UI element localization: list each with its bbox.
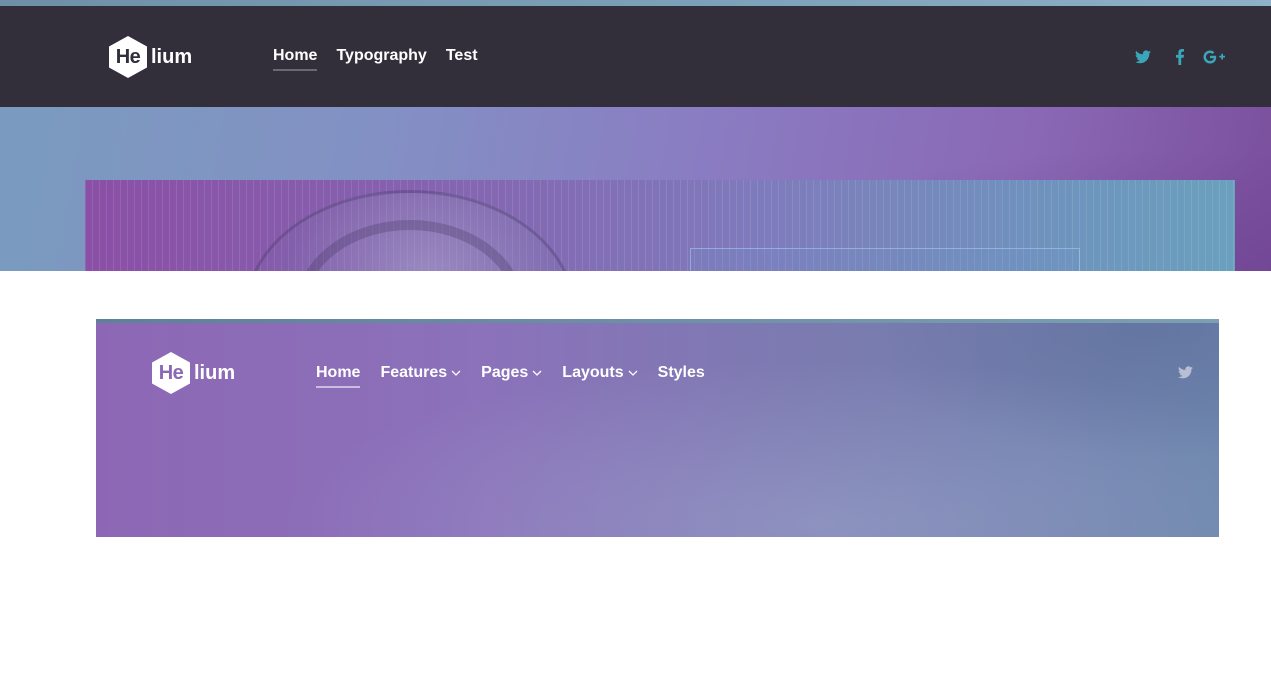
monitor-graphic: [690, 248, 1080, 271]
nav-item-home[interactable]: Home: [273, 47, 318, 71]
nav-item-test[interactable]: Test: [446, 47, 478, 71]
site-header: He lium Home Typography Test: [0, 6, 1271, 107]
hero-slide-image: [85, 180, 1235, 271]
main-navigation-transparent: Home Features Pages Layouts Styles: [316, 364, 725, 388]
hexagon-logo-icon: He: [109, 36, 147, 78]
chevron-down-icon: [451, 370, 461, 376]
nav-item-features[interactable]: Features: [380, 364, 461, 388]
bottom-accent-strip: [96, 319, 1219, 323]
nav-item-label: Home: [316, 364, 361, 381]
nav-item-pages[interactable]: Pages: [481, 364, 542, 388]
nav-item-label: Styles: [657, 364, 705, 381]
nav-item-label: Features: [380, 364, 448, 381]
chevron-down-icon: [628, 370, 638, 376]
logo-rest-text: lium: [194, 361, 236, 384]
nav-item-label: Layouts: [562, 364, 624, 381]
twitter-icon[interactable]: [1134, 48, 1151, 66]
nav-item-styles[interactable]: Styles: [658, 364, 705, 388]
site-logo-transparent[interactable]: He lium: [152, 352, 235, 394]
hexagon-logo-icon: He: [152, 352, 190, 394]
logo-mark-text: He: [158, 361, 184, 384]
google-plus-icon[interactable]: [1203, 48, 1225, 66]
site-logo[interactable]: He lium: [109, 36, 192, 78]
nav-item-home[interactable]: Home: [316, 364, 361, 388]
top-header-demo: He lium Home Typography Test: [0, 0, 1271, 271]
facebook-icon[interactable]: [1175, 48, 1185, 66]
social-links: [1134, 48, 1225, 66]
main-navigation: Home Typography Test: [273, 47, 497, 71]
logo-rest-text: lium: [151, 45, 193, 68]
nav-item-layouts[interactable]: Layouts: [562, 364, 638, 388]
transparent-header-demo: He lium Home Features Pages Layouts Styl: [96, 319, 1219, 537]
twitter-icon[interactable]: [1178, 366, 1193, 379]
nav-item-typography[interactable]: Typography: [336, 47, 426, 71]
logo-mark-text: He: [115, 45, 141, 68]
chevron-down-icon: [532, 370, 542, 376]
nav-item-label: Pages: [481, 364, 529, 381]
